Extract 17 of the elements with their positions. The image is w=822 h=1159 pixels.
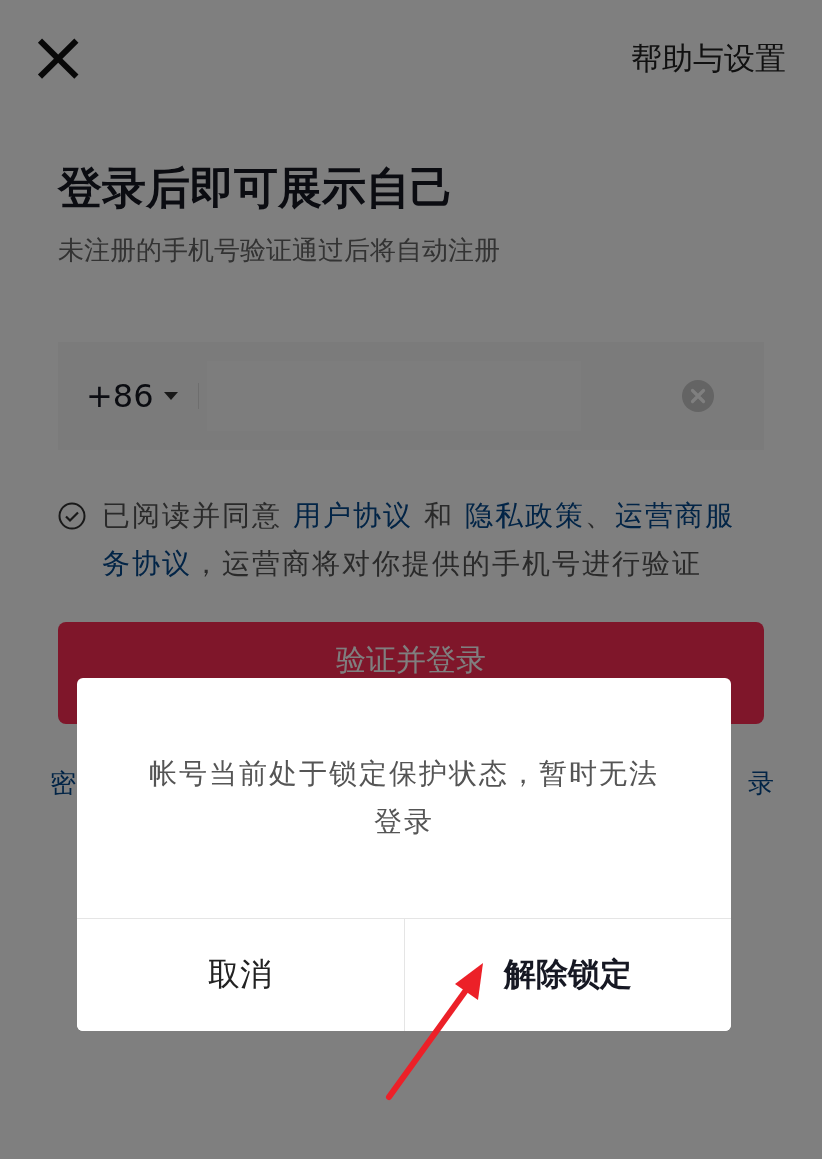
dialog-message: 帐号当前处于锁定保护状态，暂时无法登录 [148,756,660,840]
login-option-link[interactable]: 密 [50,766,76,801]
help-settings-link[interactable]: 帮助与设置 [631,38,786,80]
agreement-link[interactable]: 用户协议 [292,499,413,532]
dialog-button[interactable]: 解除锁定 [403,919,731,1031]
agreement-link[interactable]: 隐私政策 [464,499,585,532]
agreement-text: 已阅读并同意 用户协议 和 隐私政策、运营商服 务协议，运营商将对你提供的手机号进行验证 [102,498,736,582]
agreement-link[interactable]: 务协议 [102,547,192,580]
page-title: 登录后即可展示自己 [58,161,455,215]
caret-icon [163,392,178,400]
close-button[interactable]: × [28,20,89,98]
country-code-dropdown[interactable]: +86 [86,377,178,415]
phone-field[interactable]: +86 [58,342,764,450]
agree-checkbox[interactable] [58,502,86,530]
login-option-link[interactable]: 录 [748,766,774,801]
subtitle: 未注册的手机号验证通过后将自动注册 [58,234,501,267]
agreement-link[interactable]: 运营商服 [614,499,735,532]
